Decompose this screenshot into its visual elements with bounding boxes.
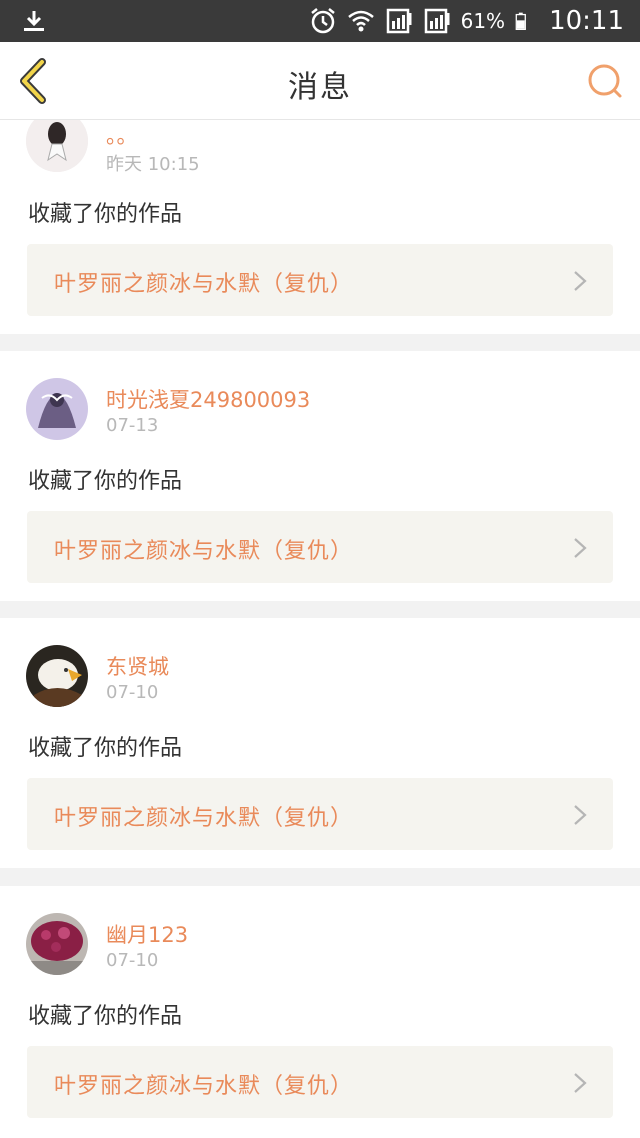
avatar[interactable]	[26, 645, 88, 707]
chevron-right-icon	[574, 805, 587, 825]
username[interactable]: 幽月123	[106, 919, 188, 949]
message-date: 07-10	[106, 950, 159, 971]
wifi-icon	[347, 10, 374, 32]
message-action-text: 收藏了你的作品	[28, 736, 183, 761]
work-link[interactable]: 叶罗丽之颜冰与水默（复仇）	[27, 244, 613, 316]
username[interactable]: 。。	[106, 120, 138, 150]
status-bar: 61% 10:11	[0, 0, 640, 42]
work-title: 叶罗丽之颜冰与水默（复仇）	[54, 806, 354, 831]
message-card: 东贤城 07-10 收藏了你的作品 叶罗丽之颜冰与水默（复仇）	[0, 618, 640, 868]
message-date: 07-13	[106, 415, 159, 436]
message-card: 时光浅夏249800093 07-13 收藏了你的作品 叶罗丽之颜冰与水默（复仇…	[0, 351, 640, 601]
chevron-right-icon	[574, 271, 587, 291]
chevron-right-icon	[574, 538, 587, 558]
work-title: 叶罗丽之颜冰与水默（复仇）	[54, 272, 354, 297]
battery-percent: 61%	[460, 9, 506, 33]
message-card: 幽月123 07-10 收藏了你的作品 叶罗丽之颜冰与水默（复仇）	[0, 886, 640, 1138]
work-title: 叶罗丽之颜冰与水默（复仇）	[54, 1074, 354, 1099]
download-icon	[24, 11, 44, 31]
message-action-text: 收藏了你的作品	[28, 1004, 183, 1029]
avatar-image	[26, 378, 88, 440]
work-link[interactable]: 叶罗丽之颜冰与水默（复仇）	[27, 511, 613, 583]
username[interactable]: 时光浅夏249800093	[106, 384, 310, 414]
message-date: 昨天 10:15	[106, 154, 200, 175]
clock: 10:11	[549, 6, 624, 36]
search-icon[interactable]	[586, 62, 624, 100]
work-link[interactable]: 叶罗丽之颜冰与水默（复仇）	[27, 1046, 613, 1118]
username[interactable]: 东贤城	[106, 651, 169, 681]
message-action-text: 收藏了你的作品	[28, 202, 183, 227]
page-title: 消息	[288, 70, 352, 105]
work-title: 叶罗丽之颜冰与水默（复仇）	[54, 539, 354, 564]
alarm-icon	[310, 8, 335, 34]
nav-header: 消息	[0, 42, 640, 120]
avatar[interactable]	[26, 378, 88, 440]
avatar[interactable]	[26, 120, 88, 172]
message-list[interactable]: 。。 昨天 10:15 收藏了你的作品 叶罗丽之颜冰与水默（复仇） 时光浅夏24…	[0, 120, 640, 1138]
message-date: 07-10	[106, 682, 159, 703]
avatar-image	[26, 120, 88, 172]
sim2-icon	[424, 8, 450, 34]
message-action-text: 收藏了你的作品	[28, 469, 183, 494]
sim1-icon	[386, 8, 412, 34]
avatar[interactable]	[26, 913, 88, 975]
avatar-image	[26, 913, 88, 975]
battery-icon	[515, 12, 526, 30]
chevron-right-icon	[574, 1073, 587, 1093]
avatar-image	[26, 645, 88, 707]
work-link[interactable]: 叶罗丽之颜冰与水默（复仇）	[27, 778, 613, 850]
message-card: 。。 昨天 10:15 收藏了你的作品 叶罗丽之颜冰与水默（复仇）	[0, 120, 640, 334]
